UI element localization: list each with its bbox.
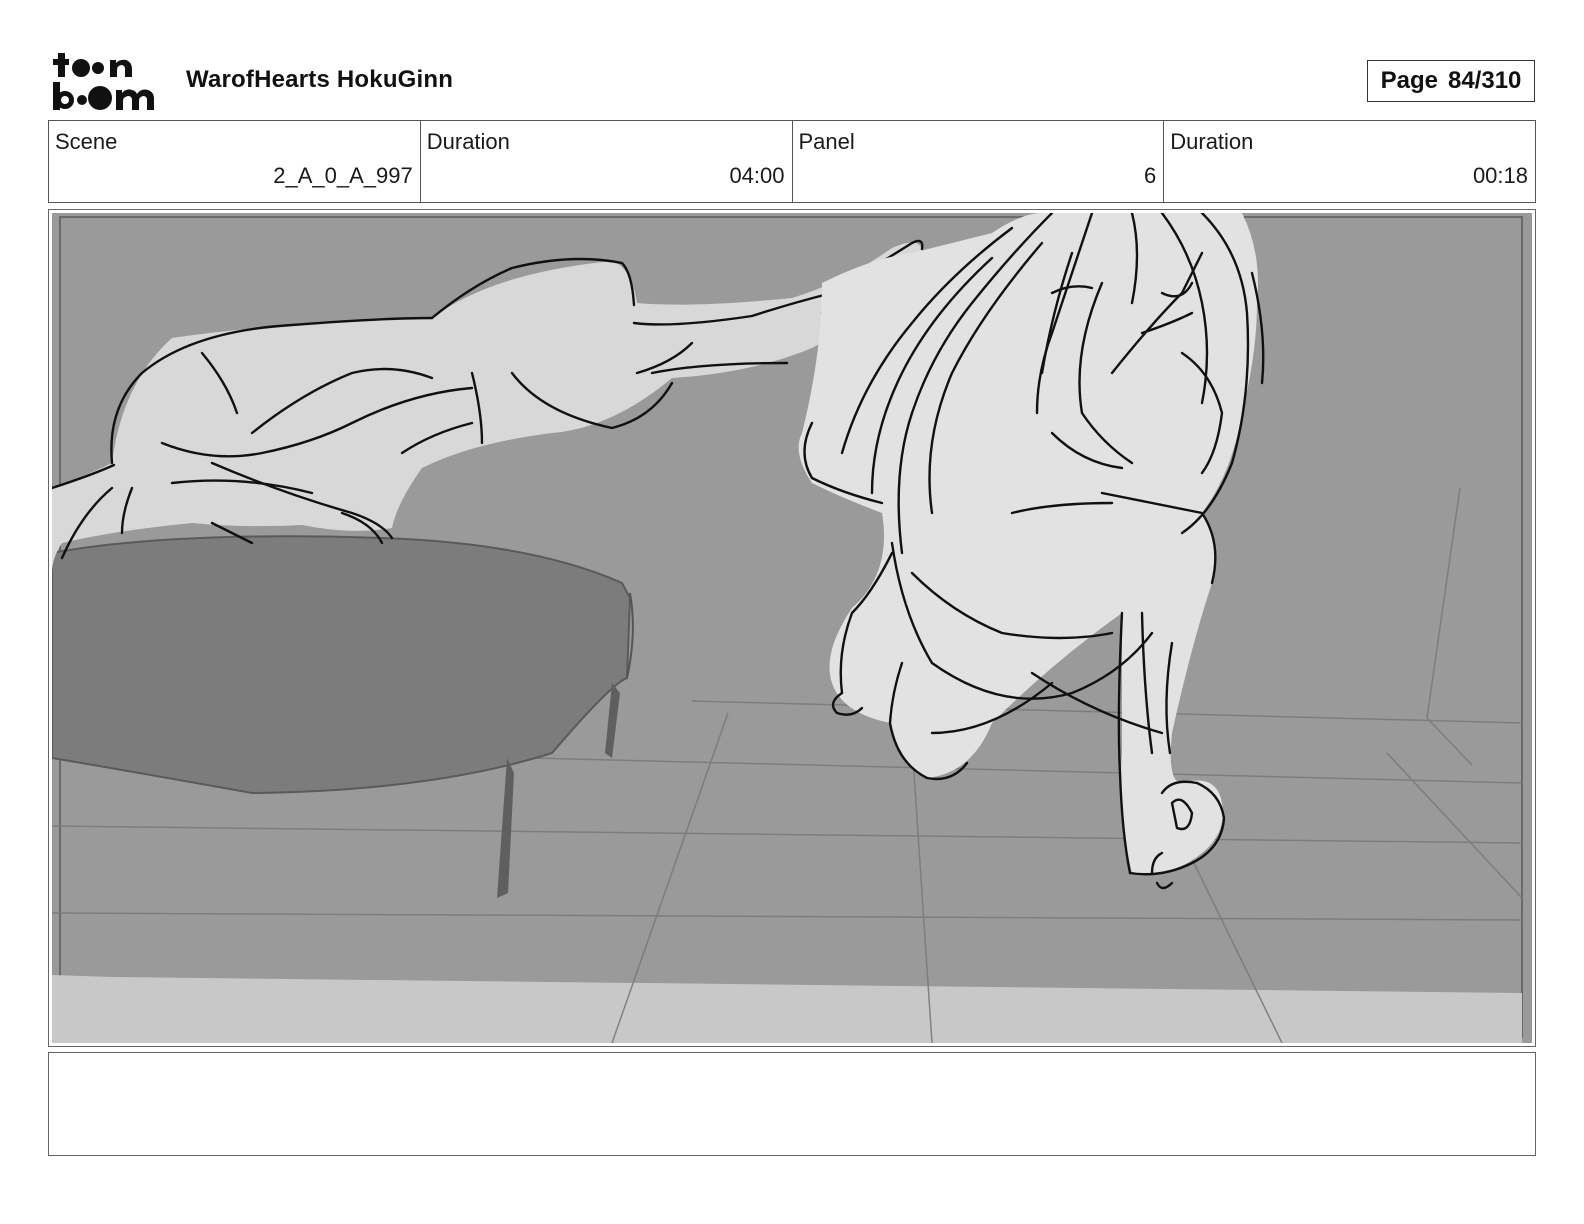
- storyboard-sketch-image: [52, 213, 1532, 1043]
- panel-notes-box[interactable]: [48, 1052, 1536, 1156]
- scene-label: Scene: [55, 129, 118, 154]
- panel-duration-value: 00:18: [1472, 163, 1528, 188]
- project-title: WarofHearts HokuGinn: [186, 66, 454, 93]
- scene-cell: Scene 2_A_0_A_997: [49, 121, 421, 202]
- scene-value: 2_A_0_A_997: [273, 163, 413, 188]
- bed-shape: [52, 535, 632, 795]
- page-indicator: Page 84/310: [1367, 60, 1535, 102]
- scene-duration-value: 04:00: [729, 163, 785, 188]
- page-label: Page: [1380, 67, 1438, 94]
- scene-info-table: Scene 2_A_0_A_997 Duration 04:00 Panel 6…: [48, 120, 1536, 203]
- scene-duration-label: Duration: [426, 129, 510, 154]
- scene-duration-cell: Duration 04:00: [421, 121, 793, 202]
- page-number: 84/310: [1447, 67, 1522, 94]
- panel-cell: Panel 6: [793, 121, 1165, 202]
- toon-boom-logo: [53, 53, 154, 110]
- storyboard-panel: [48, 209, 1536, 1047]
- panel-duration-label: Duration: [1170, 129, 1254, 154]
- panel-label: Panel: [798, 129, 855, 154]
- panel-duration-cell: Duration 00:18: [1164, 121, 1535, 202]
- panel-value: 6: [1144, 163, 1157, 188]
